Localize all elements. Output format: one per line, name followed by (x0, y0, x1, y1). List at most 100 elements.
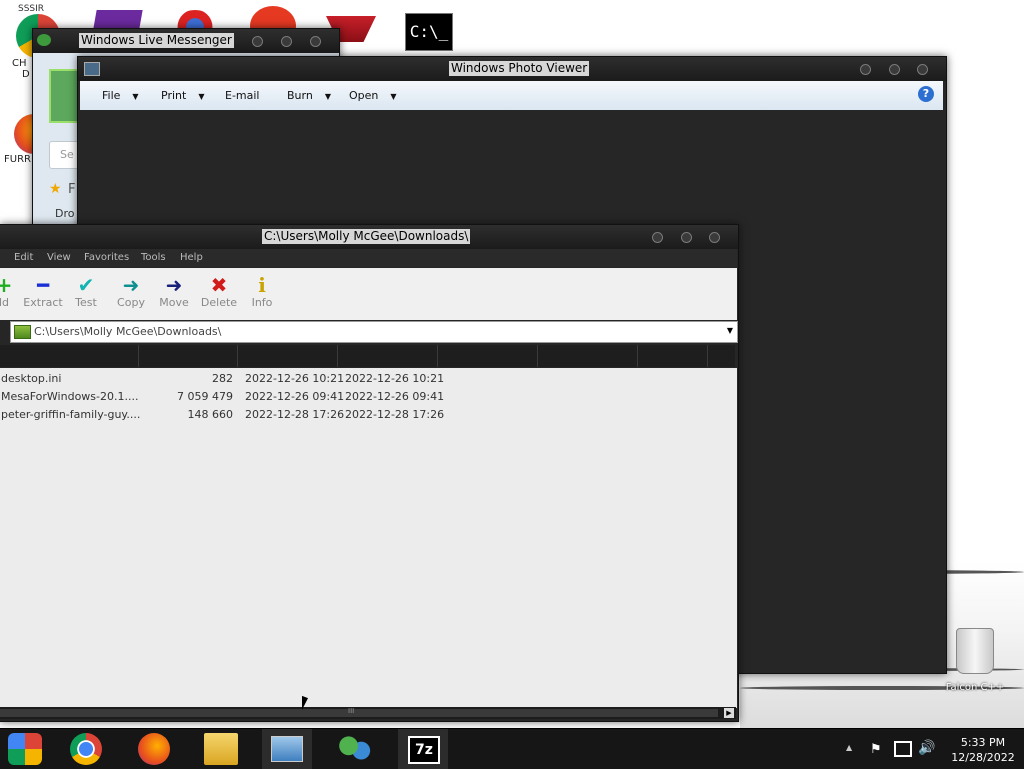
zip-titlebar[interactable]: C:\Users\Molly McGee\Downloads\ (0, 225, 738, 249)
menu-help[interactable]: Help (180, 252, 203, 263)
messenger-title: Windows Live Messenger (79, 33, 234, 48)
table-row[interactable]: peter-griffin-family-guy.... 148 660 202… (0, 406, 736, 424)
minimize-button[interactable] (860, 64, 871, 75)
file-size: 282 (212, 372, 233, 385)
scroll-right-arrow-icon[interactable]: ▶ (724, 708, 734, 718)
file-name: MesaForWindows-20.1.... (1, 390, 139, 403)
7zip-taskbar-button[interactable]: 7z (398, 729, 448, 769)
menu-view[interactable]: View (47, 252, 71, 263)
maximize-button[interactable] (889, 64, 900, 75)
star-icon: ★ (49, 181, 62, 197)
action-center-flag-icon[interactable]: ⚑ (870, 742, 882, 757)
column-header-size[interactable] (139, 345, 238, 367)
check-icon: ✔ (77, 273, 95, 297)
extract-button[interactable]: ━ Extract (21, 274, 65, 309)
menu-favorites[interactable]: Favorites (84, 252, 129, 263)
column-header-modified[interactable] (238, 345, 338, 367)
column-header-created[interactable] (338, 345, 438, 367)
firefox-taskbar-icon[interactable] (138, 733, 170, 765)
messenger-titlebar[interactable]: Windows Live Messenger (33, 29, 339, 53)
photo-viewer-title: Windows Photo Viewer (449, 61, 590, 76)
volume-icon[interactable]: 🔊 (918, 740, 935, 756)
column-header-name[interactable] (0, 345, 139, 367)
minimize-button[interactable] (652, 232, 663, 243)
photo-viewer-commandbar: File ▼ Print ▼ E-mail Burn ▼ Open ▼ ? (80, 81, 943, 110)
maximize-button[interactable] (281, 36, 292, 47)
column-header-files[interactable] (638, 345, 708, 367)
zip-toolbar: + ld ━ Extract ✔ Test ➜ Copy ➜ Move ✖ De… (0, 268, 737, 320)
file-created: 2022-12-26 09:41 (345, 390, 445, 403)
trash-can-icon (956, 628, 994, 674)
move-button[interactable]: ➜ Move (152, 274, 196, 309)
drop-label: Dro (55, 207, 75, 220)
copy-button[interactable]: ➜ Copy (109, 274, 153, 309)
scrollbar-grip: III (348, 707, 355, 715)
chevron-down-icon: ▼ (390, 92, 397, 101)
photo-viewer-icon (84, 62, 100, 76)
scrollbar-thumb[interactable]: III (0, 707, 718, 717)
column-header-comment[interactable] (438, 345, 538, 367)
test-button[interactable]: ✔ Test (64, 274, 108, 309)
messenger-icon (37, 34, 51, 46)
file-size: 148 660 (187, 408, 234, 421)
menu-tools[interactable]: Tools (141, 252, 166, 263)
network-icon[interactable] (894, 741, 912, 757)
horizontal-scrollbar[interactable]: III ▶ (0, 707, 736, 719)
menu-open[interactable]: Open ▼ (349, 89, 397, 102)
file-modified: 2022-12-28 17:26 (245, 408, 345, 421)
clock-time: 5:33 PM (960, 736, 1006, 749)
zip-menubar: Edit View Favorites Tools Help (0, 249, 737, 267)
info-button[interactable]: i Info (240, 274, 284, 309)
table-row[interactable]: desktop.ini 282 2022-12-26 10:21 2022-12… (0, 370, 736, 388)
messenger-taskbar-icon[interactable] (336, 733, 372, 765)
address-bar[interactable]: C:\Users\Molly McGee\Downloads\ ▼ (10, 321, 738, 343)
address-text: C:\Users\Molly McGee\Downloads\ (34, 325, 222, 338)
chevron-down-icon[interactable]: ▼ (727, 326, 733, 335)
clock[interactable]: 5:33 PM 12/28/2022 (946, 735, 1020, 765)
folder-icon (14, 325, 31, 339)
start-button[interactable] (8, 733, 42, 765)
close-button[interactable] (917, 64, 928, 75)
7zip-taskbar-icon: 7z (408, 736, 440, 764)
menu-edit[interactable]: Edit (14, 252, 33, 263)
menu-email[interactable]: E-mail (225, 89, 260, 102)
column-header-folders[interactable] (538, 345, 638, 367)
chevron-down-icon: ▼ (324, 92, 331, 101)
menu-print[interactable]: Print ▼ (161, 89, 204, 102)
close-button[interactable] (709, 232, 720, 243)
chevron-down-icon: ▼ (132, 92, 139, 101)
menu-burn[interactable]: Burn ▼ (287, 89, 331, 102)
move-arrow-icon: ➜ (165, 273, 183, 297)
maximize-button[interactable] (681, 232, 692, 243)
file-size: 7 059 479 (177, 390, 233, 403)
menu-file[interactable]: File ▼ (102, 89, 139, 102)
taskbar: 7z ▲ ⚑ 🔊 5:33 PM 12/28/2022 (0, 728, 1024, 769)
table-row[interactable]: MesaForWindows-20.1.... 7 059 479 2022-1… (0, 388, 736, 406)
minimize-button[interactable] (252, 36, 263, 47)
copy-arrow-icon: ➜ (122, 273, 140, 297)
recycle-bin-icon[interactable] (952, 628, 998, 680)
show-hidden-icons-button[interactable]: ▲ (846, 743, 852, 752)
favorites-label: F (68, 182, 76, 197)
column-header-row (0, 345, 735, 367)
photo-viewer-titlebar[interactable]: Windows Photo Viewer (78, 57, 946, 81)
zip-window[interactable]: C:\Users\Molly McGee\Downloads\ Edit Vie… (0, 224, 739, 722)
chrome-taskbar-icon[interactable] (70, 733, 102, 765)
file-modified: 2022-12-26 10:21 (245, 372, 345, 385)
file-explorer-taskbar-icon[interactable] (204, 733, 238, 765)
delete-x-icon: ✖ (210, 273, 228, 297)
info-icon: i (258, 273, 266, 297)
delete-button[interactable]: ✖ Delete (197, 274, 241, 309)
cmd-icon[interactable]: C:\_ (405, 13, 453, 51)
clock-date: 12/28/2022 (951, 751, 1015, 764)
close-button[interactable] (310, 36, 321, 47)
photo-viewer-taskbar-button[interactable] (262, 729, 312, 769)
minus-icon: ━ (36, 273, 50, 297)
help-icon[interactable]: ? (918, 86, 934, 102)
file-name: desktop.ini (1, 372, 62, 385)
zip-title: C:\Users\Molly McGee\Downloads\ (262, 229, 471, 244)
file-created: 2022-12-26 10:21 (345, 372, 445, 385)
recycle-bin-label: Falcon C++ (945, 682, 1005, 693)
file-modified: 2022-12-26 09:41 (245, 390, 345, 403)
chevron-down-icon: ▼ (198, 92, 205, 101)
